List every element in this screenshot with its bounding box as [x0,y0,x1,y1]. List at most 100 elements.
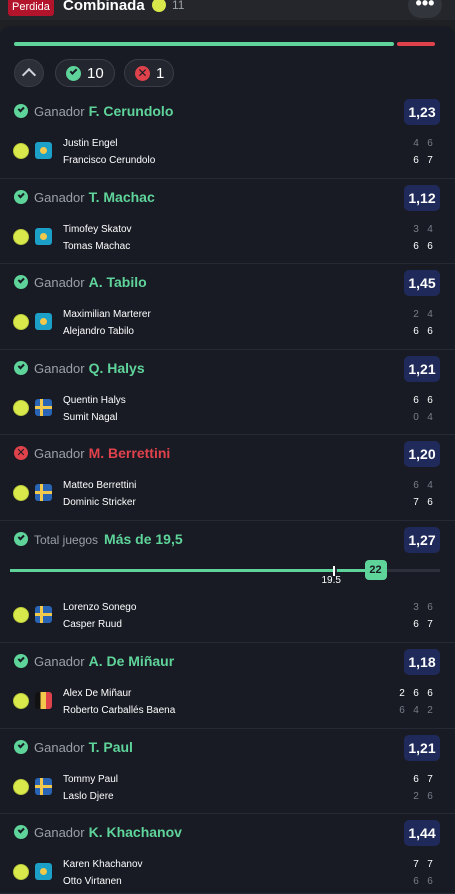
player-name: Quentin Halys [63,395,126,406]
market-label: Ganador T. Paul [34,739,133,755]
pick-name: T. Machac [88,189,155,205]
set-score: 6 [427,688,433,699]
selection-item[interactable]: Ganador T. Machac 1,12 Timofey Skatov 3 4 Toma… [0,179,455,264]
market-label: Ganador Q. Halys [34,360,145,376]
set-score: 3 [413,602,419,613]
tennis-ball-icon [13,779,29,795]
set-score: 6 [413,395,419,406]
set-score: 6 [427,791,433,802]
set-score: 4 [413,705,419,716]
tournament-flag-icon [35,484,52,501]
set-score: 6 [413,876,419,887]
tennis-ball-icon [13,485,29,501]
market-label: Ganador K. Khachanov [34,824,182,840]
selection-item[interactable]: Total juegos Más de 19,5 1,27 19.5 22 Lorenzo… [0,521,455,643]
odds-badge[interactable]: 1,18 [404,649,440,675]
set-score: 4 [427,224,433,235]
set-score: 2 [399,688,405,699]
tennis-ball-icon [13,314,29,330]
market-label: Ganador A. De Miñaur [34,653,174,669]
lost-count-pill[interactable]: ✕ 1 [124,59,174,87]
player-name: Alex De Miñaur [63,688,132,699]
tennis-ball-icon [13,229,29,245]
set-score: 6 [413,241,419,252]
selection-item[interactable]: ✕ Ganador M. Berrettini 1,20 Matteo Berretti… [0,435,455,521]
lost-count: 1 [156,65,165,82]
chevron-up-icon [21,67,37,83]
odds-badge[interactable]: 1,21 [404,735,440,761]
check-circle-icon [66,66,81,81]
set-score: 7 [427,619,433,630]
won-count-pill[interactable]: 10 [55,59,115,87]
set-score: 6 [427,326,433,337]
selection-item[interactable]: Ganador T. Paul 1,21 Tommy Paul 6 7 Laslo Djer… [0,729,455,814]
set-score: 7 [413,859,419,870]
pick-name: K. Khachanov [88,824,182,840]
won-progress-bar [14,42,394,46]
market-label: Ganador F. Cerundolo [34,103,173,119]
check-circle-icon [14,104,28,118]
more-options-button[interactable]: ••• [408,0,442,18]
selection-item[interactable]: Ganador K. Khachanov 1,44 Karen Khachanov 7 7… [0,814,455,894]
pick-name: A. De Miñaur [88,653,175,669]
set-score: 6 [413,480,419,491]
set-score: 6 [427,497,433,508]
tournament-flag-icon [35,142,52,159]
set-score: 4 [413,138,419,149]
tournament-flag-icon [35,692,52,709]
check-circle-icon [14,654,28,668]
set-score: 4 [427,412,433,423]
top-bar: Perdida Combinada 11 ••• [0,0,455,20]
set-score: 6 [427,241,433,252]
check-circle-icon [14,275,28,289]
odds-badge[interactable]: 1,45 [404,270,440,296]
set-score: 2 [427,705,433,716]
selection-item[interactable]: Ganador A. Tabilo 1,45 Maximilian Marterer 2… [0,264,455,350]
pick-name: M. Berrettini [88,445,171,461]
player-name: Roberto Carballés Baena [63,705,176,716]
odds-badge[interactable]: 1,12 [404,185,440,211]
set-score: 7 [427,155,433,166]
x-circle-icon: ✕ [135,66,150,81]
market-label: Ganador M. Berrettini [34,445,170,461]
market-name: Total juegos [34,533,99,547]
tennis-ball-icon [13,143,29,159]
player-name: Casper Ruud [63,619,122,630]
set-score: 6 [399,705,405,716]
odds-badge[interactable]: 1,20 [404,441,440,467]
player-name: Karen Khachanov [63,859,143,870]
collapse-button[interactable] [14,59,44,87]
total-games-fill [10,569,333,572]
tennis-ball-icon [13,693,29,709]
odds-badge[interactable]: 1,44 [404,820,440,846]
selection-item[interactable]: Ganador Q. Halys 1,21 Quentin Halys 6 6 Sumit … [0,350,455,435]
tournament-flag-icon [35,228,52,245]
tournament-flag-icon [35,778,52,795]
odds-badge[interactable]: 1,21 [404,356,440,382]
player-name: Justin Engel [63,138,118,149]
market-label: Ganador T. Machac [34,189,155,205]
set-score: 6 [413,155,419,166]
market-name: Ganador [34,740,85,755]
player-name: Tomas Machac [63,241,131,252]
bet-card: 10 ✕ 1 Ganador F. Cerundolo 1,23 Justin Eng… [0,26,455,894]
set-score: 6 [427,395,433,406]
market-name: Ganador [34,361,85,376]
player-name: Tommy Paul [63,774,119,785]
check-circle-icon [14,361,28,375]
odds-badge[interactable]: 1,27 [404,527,440,553]
set-score: 6 [413,619,419,630]
set-score: 7 [413,497,419,508]
set-score: 7 [427,774,433,785]
tennis-ball-icon [13,864,29,880]
market-name: Ganador [34,275,85,290]
lost-progress-bar [397,42,435,46]
tennis-ball-icon [13,400,29,416]
odds-badge[interactable]: 1,23 [404,99,440,125]
set-score: 6 [427,876,433,887]
status-badge: Perdida [8,0,54,16]
check-circle-icon [14,740,28,754]
tournament-flag-icon [35,863,52,880]
selection-item[interactable]: Ganador A. De Miñaur 1,18 Alex De Miñaur 2 6 6… [0,643,455,729]
selection-item[interactable]: Ganador F. Cerundolo 1,23 Justin Engel 4 6 Fra… [0,93,455,179]
